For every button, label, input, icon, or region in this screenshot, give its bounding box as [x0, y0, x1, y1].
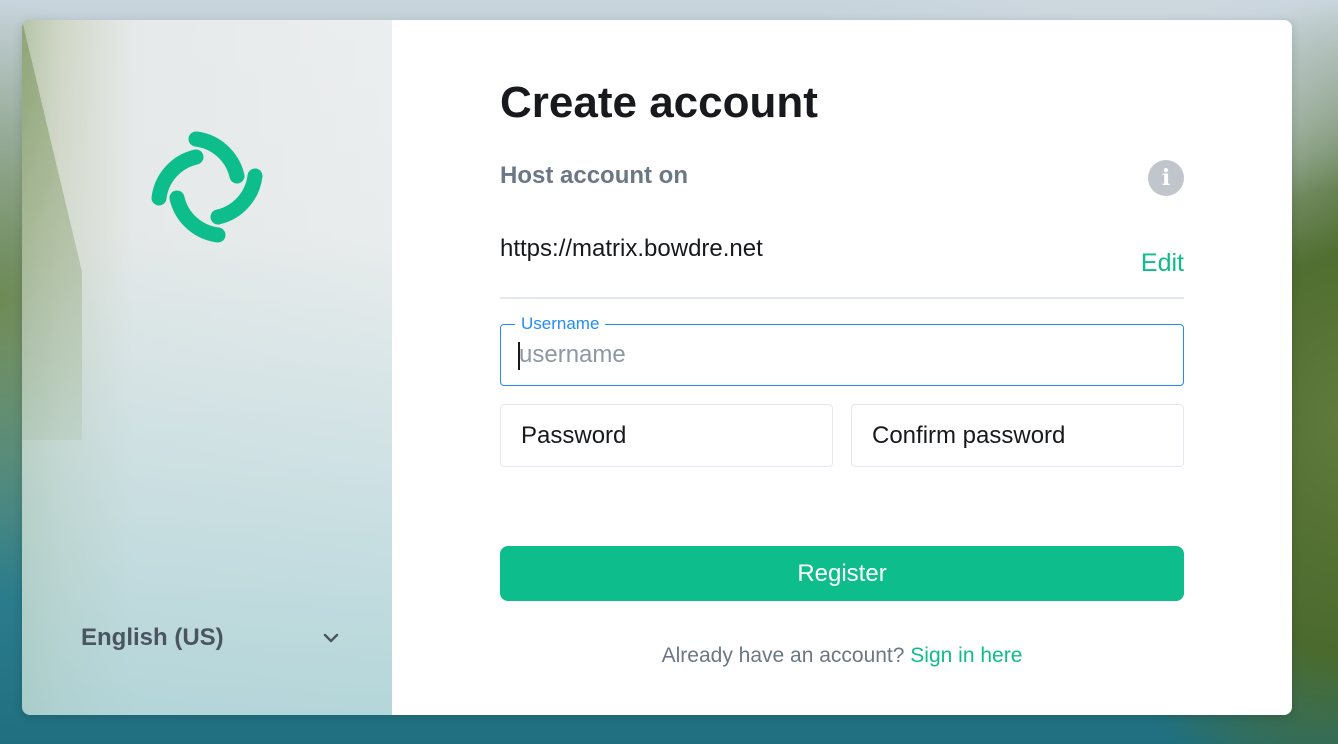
signin-prompt-text: Already have an account? — [661, 644, 905, 667]
language-selector[interactable]: English (US) — [81, 620, 341, 656]
language-label: English (US) — [81, 624, 224, 651]
edit-server-button[interactable]: Edit — [1141, 249, 1184, 278]
auth-dialog: English (US) Create account Host account… — [22, 20, 1292, 715]
divider — [500, 297, 1184, 299]
sidebar-backdrop — [22, 20, 82, 440]
username-input[interactable] — [517, 325, 1159, 385]
element-logo-icon — [151, 131, 263, 243]
register-button[interactable]: Register — [500, 546, 1184, 601]
signin-prompt: Already have an account? Sign in here — [500, 644, 1184, 668]
confirm-password-input[interactable] — [870, 405, 1172, 466]
confirm-password-field[interactable] — [851, 404, 1184, 467]
password-input[interactable] — [519, 405, 821, 466]
host-account-label: Host account on — [500, 162, 689, 189]
info-icon[interactable]: i — [1148, 160, 1184, 196]
page-title: Create account — [500, 78, 818, 127]
username-field[interactable]: Username — [500, 314, 1184, 386]
password-field[interactable] — [500, 404, 833, 467]
chevron-down-icon — [323, 633, 339, 643]
auth-sidebar: English (US) — [22, 20, 392, 715]
signin-link[interactable]: Sign in here — [910, 644, 1022, 667]
auth-body: Create account Host account on i https:/… — [392, 20, 1292, 715]
homeserver-url: https://matrix.bowdre.net — [500, 235, 763, 262]
